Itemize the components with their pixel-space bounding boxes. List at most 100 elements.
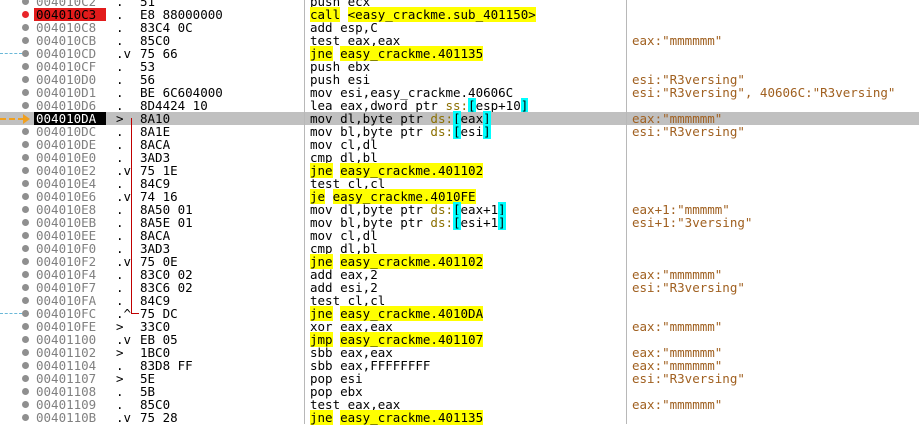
breakpoint-icon[interactable] [22, 349, 29, 356]
table-row[interactable]: 004010C3. E8 88000000 call <easy_crackme.s… [0, 7, 919, 22]
breakpoint-icon[interactable] [22, 63, 29, 70]
table-row[interactable]: 004010F2 .v 75 0E jne easy_crackme.401102 [0, 254, 919, 269]
comment-cell[interactable]: esi:"R3versing", 40606C:"R3versing" [632, 86, 895, 99]
column-divider-bytes-asm[interactable] [304, 0, 305, 424]
gutter-cell[interactable] [0, 112, 34, 125]
table-row[interactable]: 004010DE. 8ACA mov cl,dl [0, 138, 919, 151]
gutter-cell[interactable] [0, 411, 34, 424]
gutter-cell[interactable] [0, 151, 34, 164]
breakpoint-icon[interactable] [22, 336, 29, 343]
table-row[interactable]: 00401100 .v EB 05 jmp easy_crackme.401107 [0, 332, 919, 347]
table-row[interactable]: 00401108. 5B pop ebx [0, 385, 919, 398]
gutter-cell[interactable] [0, 307, 34, 320]
gutter-cell[interactable] [0, 190, 34, 203]
breakpoint-icon[interactable] [22, 258, 29, 265]
gutter-cell[interactable] [0, 0, 34, 8]
breakpoint-icon[interactable] [22, 206, 29, 213]
breakpoint-icon[interactable] [22, 180, 29, 187]
disassembly-view[interactable]: 004010C2. 51 push ecx 004010C3. E8 88000000 c… [0, 0, 919, 425]
comment-cell[interactable]: eax:"mmmmmm" [632, 398, 722, 411]
gutter-cell[interactable] [0, 73, 34, 86]
breakpoint-icon[interactable] [22, 284, 29, 291]
comment-cell[interactable]: esi+1:"3versing" [632, 216, 752, 229]
table-row[interactable]: 004010DC. 8A1E mov bl,byte ptr ds:[esi] esi… [0, 124, 919, 139]
gutter-cell[interactable] [0, 60, 34, 73]
breakpoint-icon[interactable] [22, 89, 29, 96]
comment-cell[interactable]: esi:"R3versing" [632, 372, 745, 385]
breakpoint-icon[interactable] [22, 76, 29, 83]
gutter-cell[interactable] [0, 99, 34, 112]
breakpoint-active-icon[interactable] [22, 11, 29, 18]
gutter-cell[interactable] [0, 216, 34, 229]
breakpoint-icon[interactable] [22, 388, 29, 395]
gutter-cell[interactable] [0, 372, 34, 385]
breakpoint-icon[interactable] [22, 219, 29, 226]
gutter-cell[interactable] [0, 242, 34, 255]
gutter-cell[interactable] [0, 138, 34, 151]
table-row[interactable]: 004010CD .v 75 66 jne easy_crackme.401135 [0, 46, 919, 61]
loop-bracket-bottom [131, 313, 139, 314]
breakpoint-icon[interactable] [22, 323, 29, 330]
gutter-cell[interactable] [0, 385, 34, 398]
gutter-cell[interactable] [0, 320, 34, 333]
gutter-cell[interactable] [0, 47, 34, 60]
breakpoint-icon[interactable] [22, 141, 29, 148]
table-row[interactable]: 00401107 >5E pop esi esi:"R3versing" [0, 372, 919, 385]
table-row[interactable]: 004010C8. 83C4 0C add esp,C [0, 21, 919, 34]
table-row[interactable]: 004010F4. 83C0 02 add eax,2 eax:"mmmmmm" [0, 268, 919, 281]
table-row[interactable]: 004010EB. 8A5E 01 mov bl,byte ptr ds:[esi+… [0, 215, 919, 230]
column-divider-asm-comment[interactable] [626, 0, 627, 424]
breakpoint-icon[interactable] [22, 24, 29, 31]
comment-cell[interactable]: esi:"R3versing" [632, 125, 745, 138]
table-row[interactable]: 0040110B .v 75 28 jne easy_crackme.401135 [0, 410, 919, 425]
breakpoint-icon[interactable] [22, 102, 29, 109]
gutter-cell[interactable] [0, 255, 34, 268]
table-row[interactable]: 00401102 >1BC0 sbb eax,eax eax:"mmmmmm" [0, 346, 919, 359]
gutter-cell[interactable] [0, 8, 34, 21]
table-row[interactable]: 004010F7. 83C6 02 add esi,2 esi:"R3versing" [0, 281, 919, 294]
breakpoint-icon[interactable] [22, 37, 29, 44]
gutter-cell[interactable] [0, 86, 34, 99]
table-row[interactable]: 004010E2 .v 75 1E jne easy_crackme.401102 [0, 163, 919, 178]
breakpoint-icon[interactable] [22, 128, 29, 135]
gutter-cell[interactable] [0, 164, 34, 177]
breakpoint-icon[interactable] [22, 245, 29, 252]
table-row[interactable]: 00401104. 83D8 FF sbb eax,FFFFFFFF eax:"mmm… [0, 359, 919, 372]
breakpoint-icon[interactable] [22, 154, 29, 161]
gutter-cell[interactable] [0, 21, 34, 34]
address-cell[interactable]: 0040110B [34, 411, 106, 424]
breakpoint-icon[interactable] [22, 271, 29, 278]
gutter-cell[interactable] [0, 294, 34, 307]
instruction-cell[interactable]: jne easy_crackme.401135 [310, 410, 484, 425]
breakpoint-icon[interactable] [22, 401, 29, 408]
breakpoint-icon[interactable] [22, 414, 29, 421]
gutter-cell[interactable] [0, 125, 34, 138]
breakpoint-icon[interactable] [22, 297, 29, 304]
breakpoint-icon[interactable] [22, 50, 29, 57]
gutter-cell[interactable] [0, 203, 34, 216]
gutter-cell[interactable] [0, 268, 34, 281]
comment-cell[interactable]: esi:"R3versing" [632, 281, 745, 294]
breakpoint-icon[interactable] [22, 375, 29, 382]
breakpoint-icon[interactable] [22, 193, 29, 200]
jump-line [0, 313, 22, 314]
table-row[interactable]: 004010CF. 53 push ebx [0, 60, 919, 73]
gutter-cell[interactable] [0, 333, 34, 346]
gutter-cell[interactable] [0, 229, 34, 242]
table-row[interactable]: 004010EE. 8ACA mov cl,dl [0, 229, 919, 242]
breakpoint-icon[interactable] [22, 0, 29, 5]
breakpoint-icon[interactable] [22, 167, 29, 174]
breakpoint-icon[interactable] [22, 310, 29, 317]
gutter-cell[interactable] [0, 281, 34, 294]
comment-cell[interactable]: eax:"mmmmmm" [632, 320, 722, 333]
jump-line [0, 53, 22, 54]
comment-cell[interactable]: eax:"mmmmmm" [632, 34, 722, 47]
gutter-cell[interactable] [0, 359, 34, 372]
breakpoint-icon[interactable] [22, 362, 29, 369]
gutter-cell[interactable] [0, 346, 34, 359]
bytes-cell[interactable]: 75 28 [140, 411, 178, 424]
gutter-cell[interactable] [0, 398, 34, 411]
gutter-cell[interactable] [0, 34, 34, 47]
breakpoint-icon[interactable] [22, 232, 29, 239]
gutter-cell[interactable] [0, 177, 34, 190]
